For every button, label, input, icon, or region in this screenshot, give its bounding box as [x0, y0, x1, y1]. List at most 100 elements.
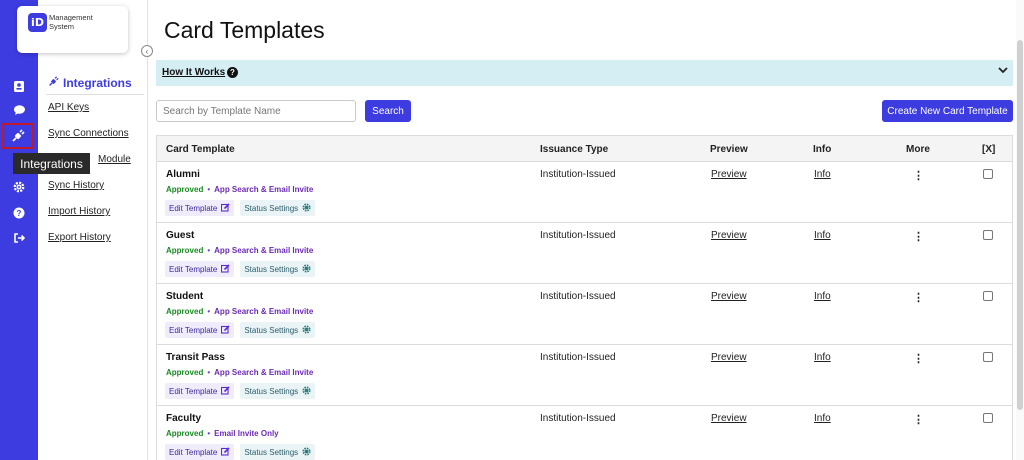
edit-template-button[interactable]: Edit Template — [165, 444, 235, 460]
gear-small-icon — [302, 324, 311, 336]
question-icon: ? — [227, 67, 238, 78]
status-settings-button[interactable]: Status Settings — [240, 322, 316, 338]
gear-icon[interactable] — [8, 176, 30, 198]
sub-navigation: Integrations API Keys Sync Connections M… — [38, 0, 148, 460]
template-name: Student — [166, 291, 204, 302]
app-logo[interactable]: iD Management System — [17, 6, 128, 53]
issuance-method: App Search & Email Invite — [214, 246, 314, 255]
subnav-item-import-history[interactable]: Import History — [48, 206, 110, 217]
issuance-method: App Search & Email Invite — [214, 368, 314, 377]
table-row: Transit Pass Approved • App Search & Email … — [157, 345, 1012, 406]
kebab-icon[interactable]: ⋮ — [913, 230, 924, 243]
search-button[interactable]: Search — [365, 100, 411, 122]
search-input[interactable] — [156, 100, 356, 122]
subnav-item-sync-connections[interactable]: Sync Connections — [48, 128, 129, 139]
header-issuance-type: Issuance Type — [540, 144, 609, 155]
status-badge: Approved — [166, 307, 204, 316]
row-actions: Edit Template Status Settings — [165, 444, 316, 460]
gear-small-icon — [302, 446, 311, 458]
edit-template-button[interactable]: Edit Template — [165, 261, 235, 277]
status-settings-button[interactable]: Status Settings — [240, 383, 316, 399]
kebab-icon[interactable]: ⋮ — [913, 169, 924, 182]
edit-template-button[interactable]: Edit Template — [165, 322, 235, 338]
logout-icon[interactable] — [8, 227, 30, 249]
row-checkbox[interactable] — [983, 291, 993, 301]
template-name: Transit Pass — [166, 352, 225, 363]
logo-text: Management System — [49, 13, 93, 31]
separator-dot: • — [207, 368, 211, 377]
collapse-sidebar-button[interactable]: ‹ — [141, 45, 153, 57]
row-checkbox[interactable] — [983, 169, 993, 179]
header-select: [X] — [982, 144, 996, 155]
issuance-type: Institution-Issued — [540, 413, 616, 424]
how-it-works-toggle[interactable]: How It Works — [162, 67, 225, 78]
preview-link[interactable]: Preview — [711, 291, 747, 302]
kebab-icon[interactable]: ⋮ — [913, 413, 924, 426]
row-checkbox[interactable] — [983, 413, 993, 423]
info-link[interactable]: Info — [814, 230, 831, 241]
template-status: Approved • App Search & Email Invite — [166, 185, 313, 194]
separator-dot: • — [207, 429, 211, 438]
chat-icon[interactable] — [8, 99, 30, 121]
subnav-item-api-keys[interactable]: API Keys — [48, 102, 89, 113]
gear-small-icon — [302, 263, 311, 275]
issuance-method: App Search & Email Invite — [214, 307, 314, 316]
plug-icon[interactable] — [2, 123, 34, 149]
status-settings-button[interactable]: Status Settings — [240, 444, 316, 460]
how-it-works-panel[interactable]: How It Works ? — [156, 60, 1013, 86]
status-settings-button[interactable]: Status Settings — [240, 261, 316, 277]
status-badge: Approved — [166, 246, 204, 255]
table-row: Faculty Approved • Email Invite Only Edit Te… — [157, 406, 1012, 460]
template-status: Approved • App Search & Email Invite — [166, 307, 313, 316]
info-link[interactable]: Info — [814, 413, 831, 424]
issuance-type: Institution-Issued — [540, 230, 616, 241]
chevron-down-icon[interactable] — [998, 65, 1008, 77]
scrollbar-thumb[interactable] — [1017, 40, 1023, 410]
divider — [46, 94, 144, 95]
preview-link[interactable]: Preview — [711, 230, 747, 241]
issuance-method: App Search & Email Invite — [214, 185, 314, 194]
kebab-icon[interactable]: ⋮ — [913, 291, 924, 304]
template-status: Approved • Email Invite Only — [166, 429, 279, 438]
tooltip: Integrations — [13, 153, 90, 174]
row-actions: Edit Template Status Settings — [165, 322, 316, 338]
status-badge: Approved — [166, 368, 204, 377]
edit-icon — [221, 385, 230, 397]
table-row: Student Approved • App Search & Email Invit… — [157, 284, 1012, 345]
status-settings-button[interactable]: Status Settings — [240, 200, 316, 216]
template-name: Guest — [166, 230, 195, 241]
page-title: Card Templates — [164, 17, 325, 43]
gear-small-icon — [302, 202, 311, 214]
preview-link[interactable]: Preview — [711, 169, 747, 180]
status-badge: Approved — [166, 185, 204, 194]
table-header: Card Template Issuance Type Preview Info… — [157, 136, 1012, 162]
issuance-method: Email Invite Only — [214, 429, 279, 438]
row-actions: Edit Template Status Settings — [165, 200, 316, 216]
row-checkbox[interactable] — [983, 352, 993, 362]
edit-template-button[interactable]: Edit Template — [165, 383, 235, 399]
row-checkbox[interactable] — [983, 230, 993, 240]
subnav-item-sync-history[interactable]: Sync History — [48, 180, 104, 191]
logo-mark: iD — [28, 13, 47, 32]
gear-small-icon — [302, 385, 311, 397]
separator-dot: • — [207, 307, 211, 316]
table-row: Guest Approved • App Search & Email Invite E… — [157, 223, 1012, 284]
help-icon[interactable]: ? — [8, 202, 30, 224]
header-preview: Preview — [710, 144, 748, 155]
kebab-icon[interactable]: ⋮ — [913, 352, 924, 365]
subnav-item-module[interactable]: Module — [98, 154, 131, 165]
issuance-type: Institution-Issued — [540, 352, 616, 363]
info-link[interactable]: Info — [814, 169, 831, 180]
preview-link[interactable]: Preview — [711, 413, 747, 424]
id-badge-icon[interactable] — [8, 75, 30, 97]
subnav-item-export-history[interactable]: Export History — [48, 232, 111, 243]
issuance-type: Institution-Issued — [540, 169, 616, 180]
edit-template-button[interactable]: Edit Template — [165, 200, 235, 216]
separator-dot: • — [207, 246, 211, 255]
info-link[interactable]: Info — [814, 291, 831, 302]
info-link[interactable]: Info — [814, 352, 831, 363]
svg-text:?: ? — [17, 209, 22, 218]
preview-link[interactable]: Preview — [711, 352, 747, 363]
row-actions: Edit Template Status Settings — [165, 383, 316, 399]
create-card-template-button[interactable]: Create New Card Template — [882, 100, 1013, 122]
